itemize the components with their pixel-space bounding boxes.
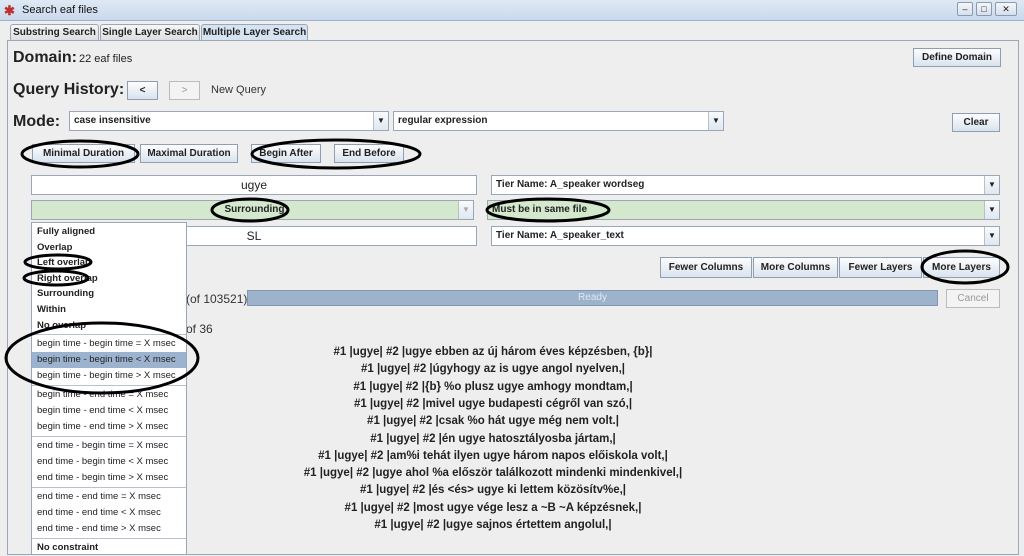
- fewer-columns-button[interactable]: Fewer Columns: [660, 257, 752, 278]
- page-indicator: of 36: [186, 322, 213, 336]
- chevron-down-icon[interactable]: ▼: [373, 112, 388, 130]
- dropdown-option[interactable]: Left overlap: [32, 255, 186, 271]
- minimal-duration-button[interactable]: Minimal Duration: [32, 144, 135, 163]
- dropdown-option[interactable]: Fully aligned: [32, 224, 186, 240]
- app-icon: ✱: [4, 3, 15, 18]
- result-row[interactable]: #1 |ugye| #2 |mivel ugye budapesti cégrő…: [186, 398, 800, 410]
- result-row[interactable]: #1 |ugye| #2 |ugye ahol %a először talál…: [186, 467, 800, 479]
- more-columns-button[interactable]: More Columns: [753, 257, 838, 278]
- fewer-layers-button[interactable]: Fewer Layers: [839, 257, 922, 278]
- mode-label: Mode:: [13, 113, 61, 130]
- define-domain-button[interactable]: Define Domain: [913, 48, 1001, 67]
- dropdown-option[interactable]: Overlap: [32, 240, 186, 256]
- file-constraint-select[interactable]: Must be in same file ▼: [487, 200, 1000, 220]
- dropdown-option[interactable]: end time - begin time < X msec: [32, 454, 186, 470]
- result-row[interactable]: #1 |ugye| #2 |csak %o hát ugye még nem v…: [186, 415, 800, 427]
- tier1-value: Tier Name: A_speaker wordseg: [496, 179, 645, 190]
- tab-substring-search[interactable]: Substring Search: [10, 24, 99, 41]
- result-row[interactable]: #1 |ugye| #2 |{b} %o plusz ugye amhogy m…: [186, 381, 800, 393]
- relation-select[interactable]: Surrounding ▼: [31, 200, 474, 220]
- dropdown-separator: [32, 436, 186, 438]
- dropdown-separator: [32, 487, 186, 489]
- cancel-button[interactable]: Cancel: [946, 289, 1000, 308]
- dropdown-option[interactable]: begin time - begin time < X msec: [32, 352, 186, 369]
- result-row[interactable]: #1 |ugye| #2 |most ugye vége lesz a ~B ~…: [186, 502, 800, 514]
- query-layer1-input[interactable]: ugye: [31, 175, 477, 195]
- dropdown-option[interactable]: Right overlap: [32, 271, 186, 287]
- result-row[interactable]: #1 |ugye| #2 |és <és> ugye ki lettem köz…: [186, 484, 800, 496]
- case-mode-select[interactable]: case insensitive ▼: [69, 111, 389, 131]
- dropdown-separator: [32, 334, 186, 336]
- result-row[interactable]: #1 |ugye| #2 |én ugye hatosztályosba jár…: [186, 433, 800, 445]
- tier1-select[interactable]: Tier Name: A_speaker wordseg ▼: [491, 175, 1000, 195]
- domain-value: 22 eaf files: [79, 53, 133, 65]
- query-history-label: Query History:: [13, 81, 125, 98]
- maximal-duration-button[interactable]: Maximal Duration: [140, 144, 238, 163]
- history-prev-button[interactable]: <: [127, 81, 158, 100]
- end-before-button[interactable]: End Before: [334, 144, 404, 163]
- file-constraint-value: Must be in same file: [492, 204, 588, 215]
- result-row[interactable]: #1 |ugye| #2 |am%i tehát ilyen ugye háro…: [186, 450, 800, 462]
- close-icon[interactable]: ✕: [995, 2, 1017, 16]
- relation-dropdown: Fully aligned Overlap Left overlap Right ov…: [31, 222, 187, 555]
- progress-bar: Ready: [247, 290, 938, 306]
- dropdown-option[interactable]: Surrounding: [32, 286, 186, 302]
- dropdown-option[interactable]: begin time - end time > X msec: [32, 419, 186, 435]
- dropdown-option[interactable]: Within: [32, 302, 186, 318]
- minimize-icon[interactable]: –: [957, 2, 973, 16]
- dropdown-separator: [32, 385, 186, 387]
- maximize-icon[interactable]: □: [976, 2, 992, 16]
- begin-after-button[interactable]: Begin After: [251, 144, 321, 163]
- tier2-select[interactable]: Tier Name: A_speaker_text ▼: [491, 226, 1000, 246]
- dropdown-option[interactable]: end time - end time = X msec: [32, 489, 186, 505]
- chevron-down-icon[interactable]: ▼: [708, 112, 723, 130]
- result-row[interactable]: #1 |ugye| #2 |ugye ebben az új három éve…: [186, 346, 800, 358]
- result-row[interactable]: #1 |ugye| #2 |ugye sajnos értettem angol…: [186, 519, 800, 531]
- dropdown-option[interactable]: No constraint: [32, 540, 186, 556]
- relation-value: Surrounding: [224, 204, 285, 215]
- tab-multiple-layer-search[interactable]: Multiple Layer Search: [201, 24, 308, 41]
- title-bar: ✱ Search eaf files – □ ✕: [0, 0, 1024, 21]
- chevron-down-icon[interactable]: ▼: [984, 176, 999, 194]
- dropdown-option[interactable]: begin time - end time < X msec: [32, 403, 186, 419]
- window-title: Search eaf files: [22, 4, 98, 16]
- chevron-down-icon[interactable]: ▼: [984, 201, 999, 219]
- dropdown-separator: [32, 538, 186, 540]
- search-type-select[interactable]: regular expression ▼: [393, 111, 724, 131]
- hit-count: (of 103521): [186, 292, 248, 306]
- history-status: New Query: [211, 84, 267, 96]
- history-next-button[interactable]: >: [169, 81, 200, 100]
- dropdown-option[interactable]: end time - begin time = X msec: [32, 438, 186, 454]
- dropdown-option[interactable]: begin time - begin time = X msec: [32, 336, 186, 352]
- dropdown-option[interactable]: begin time - end time = X msec: [32, 387, 186, 403]
- tab-single-layer-search[interactable]: Single Layer Search: [100, 24, 200, 41]
- chevron-down-icon[interactable]: ▼: [984, 227, 999, 245]
- result-row[interactable]: #1 |ugye| #2 |úgyhogy az is ugye angol n…: [186, 363, 800, 375]
- dropdown-option[interactable]: end time - end time > X msec: [32, 521, 186, 537]
- dropdown-option[interactable]: No overlap: [32, 318, 186, 334]
- dropdown-option[interactable]: end time - begin time > X msec: [32, 470, 186, 486]
- domain-label: Domain:: [13, 49, 77, 66]
- dropdown-option[interactable]: end time - end time < X msec: [32, 505, 186, 521]
- chevron-down-icon[interactable]: ▼: [458, 201, 473, 219]
- more-layers-button[interactable]: More Layers: [923, 257, 1000, 278]
- case-mode-value: case insensitive: [74, 115, 151, 126]
- clear-button[interactable]: Clear: [952, 113, 1000, 132]
- tier2-value: Tier Name: A_speaker_text: [496, 230, 624, 241]
- search-type-value: regular expression: [398, 115, 488, 126]
- dropdown-option[interactable]: begin time - begin time > X msec: [32, 368, 186, 384]
